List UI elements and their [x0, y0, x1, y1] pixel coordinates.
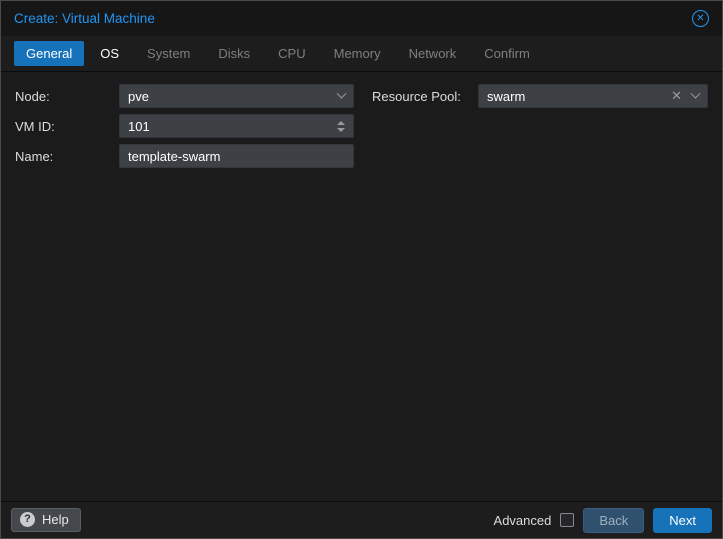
vmid-label: VM ID: [15, 118, 55, 134]
tab-system: System [147, 46, 191, 61]
vmid-row: VM ID: 101 [15, 114, 354, 138]
vmid-value: 101 [128, 118, 150, 134]
footer-actions: Advanced Back Next [493, 507, 712, 533]
vmid-spinner[interactable]: 101 [119, 114, 354, 138]
clear-icon[interactable]: ✕ [671, 88, 692, 104]
node-value: pve [128, 88, 149, 104]
name-input[interactable] [119, 144, 354, 168]
help-button[interactable]: ? Help [11, 508, 81, 532]
resource-pool-row: Resource Pool: swarm ✕ [372, 84, 708, 108]
tab-confirm: Confirm [484, 46, 530, 61]
resource-pool-select[interactable]: swarm ✕ [478, 84, 708, 108]
spinner-arrows [337, 120, 345, 132]
resource-pool-value: swarm [487, 88, 526, 104]
advanced-checkbox[interactable] [560, 513, 575, 527]
help-icon: ? [20, 512, 35, 527]
close-icon[interactable]: ✕ [692, 10, 709, 27]
general-form: Node: pve VM ID: 101 Name: template-swar… [1, 72, 722, 501]
advanced-label: Advanced [493, 512, 552, 528]
node-row: Node: pve [15, 84, 354, 108]
create-vm-dialog: Create: Virtual Machine ✕ General OS Sys… [0, 0, 723, 539]
chevron-down-icon[interactable] [690, 88, 701, 99]
spinner-down-icon[interactable] [337, 127, 345, 132]
name-label: Name: [15, 148, 54, 164]
node-label: Node: [15, 88, 50, 104]
name-row: Name: [15, 144, 354, 168]
dialog-titlebar: Create: Virtual Machine ✕ [1, 1, 722, 36]
back-button[interactable]: Back [583, 507, 645, 533]
form-right-column: Resource Pool: swarm ✕ [372, 84, 708, 114]
dialog-footer: ? Help Advanced Back Next [1, 501, 722, 538]
help-button-label: Help [42, 512, 69, 527]
tab-os[interactable]: OS [88, 41, 131, 66]
resource-pool-label: Resource Pool: [372, 88, 461, 104]
tab-network: Network [408, 46, 457, 61]
spinner-up-icon[interactable] [337, 120, 345, 125]
tab-general[interactable]: General [14, 41, 85, 66]
tab-memory: Memory [333, 46, 381, 61]
node-select[interactable]: pve [119, 84, 354, 108]
dialog-title: Create: Virtual Machine [14, 11, 155, 26]
form-left-column: Node: pve VM ID: 101 Name: [15, 84, 354, 174]
chevron-down-icon[interactable] [336, 88, 347, 99]
wizard-tab-bar: General OS System Disks CPU Memory Netwo… [1, 36, 722, 72]
tab-disks: Disks [218, 46, 251, 61]
next-button[interactable]: Next [653, 507, 712, 533]
tab-cpu: CPU [278, 46, 306, 61]
